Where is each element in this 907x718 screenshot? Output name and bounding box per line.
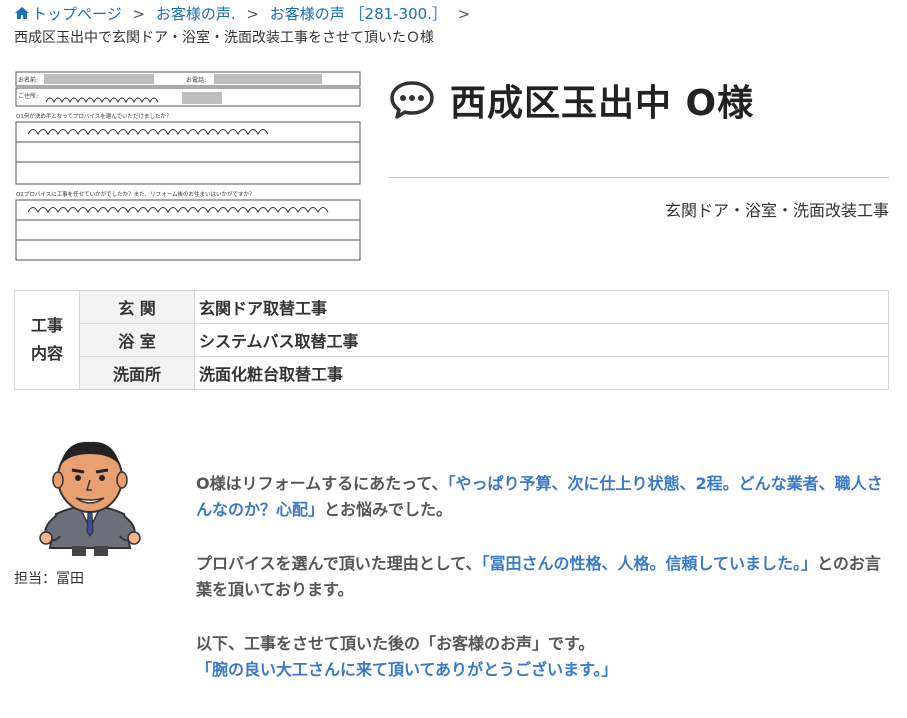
staff-label: 担当：冨田 <box>14 571 84 587</box>
breadcrumb-voice-link[interactable]: お客様の声. <box>156 5 236 23</box>
breadcrumb-voice-range-link[interactable]: お客様の声 ［281-300.］ <box>270 5 447 23</box>
work-content-table: 工事 内容 玄 関 玄関ドア取替工事 浴 室 システムバス取替工事 洗面所 洗面… <box>14 290 889 390</box>
chat-bubble-icon <box>390 81 434 119</box>
work-detail-cell: 洗面化粧台取替工事 <box>194 356 889 390</box>
comment-paragraph: O様はリフォームするにあたって、「やっぱり予算、次に仕上り状態、2程。どんな業者… <box>196 471 892 523</box>
comment-paragraph: 以下、工事をさせて頂いた後の「お客様のお声」です。 「腕の良い大工さんに来て頂い… <box>196 631 892 683</box>
comment-text: プロバイスを選んで頂いた理由として、 <box>196 554 482 573</box>
comment-highlight: 「腕の良い大工さんに来て頂いてありがとうございます。」 <box>196 660 618 679</box>
table-row: 浴 室 システムバス取替工事 <box>15 323 889 357</box>
breadcrumb-separator: > <box>457 5 471 23</box>
svg-text:Q1何が決め手となってプロバイスを選んでいただけましたか？: Q1何が決め手となってプロバイスを選んでいただけましたか？ <box>16 112 171 120</box>
table-row: 工事 内容 玄 関 玄関ドア取替工事 <box>14 290 889 390</box>
customer-comment: O様はリフォームするにあたって、「やっぱり予算、次に仕上り状態、2程。どんな業者… <box>196 471 892 711</box>
work-detail-cell: 玄関ドア取替工事 <box>194 290 889 324</box>
comment-text: とお悩みでした。 <box>324 500 453 519</box>
comment-text: O様はリフォームするにあたって、 <box>196 474 448 493</box>
title-divider <box>388 177 889 178</box>
breadcrumb-separator: > <box>132 5 146 23</box>
customer-questionnaire-image: お名前: お電話: ご住所: Q1何が決め手となってプロバイスを選んでいただけま… <box>14 68 364 264</box>
work-content-header: 工事 内容 <box>14 290 80 390</box>
svg-text:お電話:: お電話: <box>186 76 206 84</box>
table-row: 洗面所 洗面化粧台取替工事 <box>15 356 889 390</box>
page-title: 西成区玉出中 O様 <box>450 83 755 124</box>
work-content-header-line: 内容 <box>30 344 63 363</box>
comment-text: 以下、工事をさせて頂いた後の「お客様のお声」です。 <box>196 634 595 653</box>
staff-avatar <box>39 441 141 556</box>
breadcrumb-home-link[interactable]: トップページ <box>14 5 126 23</box>
svg-text:ご住所:: ご住所: <box>18 92 38 100</box>
work-detail-cell: システムバス取替工事 <box>194 323 889 357</box>
svg-text:お名前:: お名前: <box>18 76 38 84</box>
comment-highlight: 「冨田さんの性格、人格。信頼していました。」 <box>481 554 817 573</box>
work-category-cell: 玄 関 <box>79 290 195 324</box>
work-content-header-line: 工事 <box>30 316 63 335</box>
svg-text:Q2プロバイスに工事を任せていかがでしたか？また、リフォーム: Q2プロバイスに工事を任せていかがでしたか？また、リフォーム後のお住まいはいかが… <box>16 190 255 198</box>
breadcrumb-separator: > <box>246 5 259 23</box>
work-subtitle: 玄関ドア・浴室・洗面改装工事 <box>664 201 889 220</box>
work-category-cell: 浴 室 <box>79 323 195 357</box>
page-title-block: 西成区玉出中 O様 <box>390 74 754 126</box>
breadcrumb-home-label: トップページ <box>32 5 122 23</box>
work-category-cell: 洗面所 <box>79 356 195 390</box>
breadcrumb-current-page: 西成区玉出中で玄関ドア・浴室・洗面改装工事をさせて頂いたＯ様 <box>14 30 434 46</box>
breadcrumb: トップページ > お客様の声. > お客様の声 ［281-300.］ > <box>14 3 476 24</box>
comment-paragraph: プロバイスを選んで頂いた理由として、「冨田さんの性格、人格。信頼していました。」… <box>196 551 892 603</box>
home-icon <box>15 7 29 19</box>
